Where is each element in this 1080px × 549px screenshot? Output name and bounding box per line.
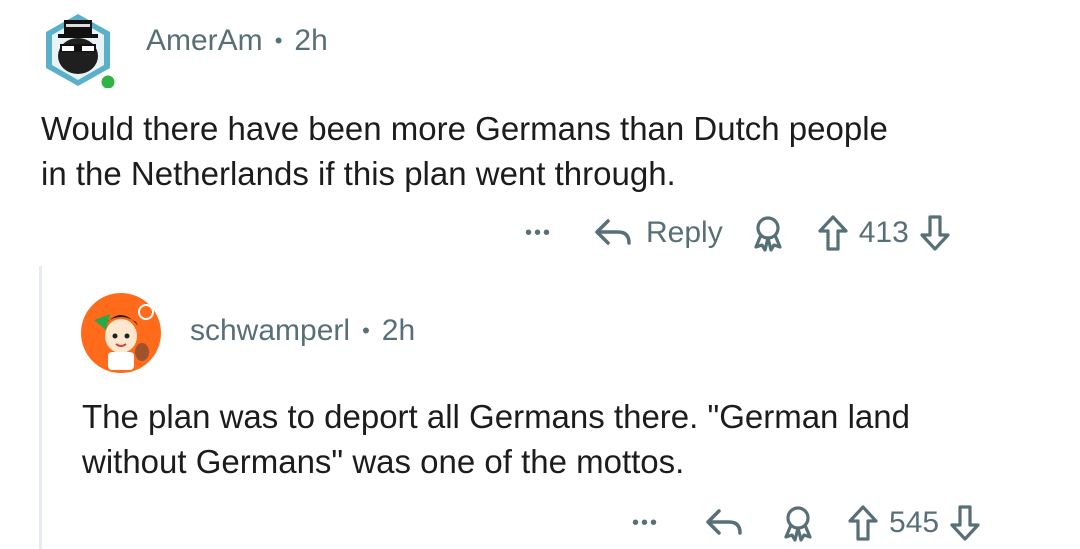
reply-icon xyxy=(595,219,631,245)
meta-separator: • xyxy=(362,318,370,343)
more-options-button[interactable]: ••• xyxy=(525,222,552,245)
reply-button[interactable]: Reply xyxy=(592,215,723,251)
avatar-image xyxy=(81,293,161,373)
avatar[interactable] xyxy=(80,292,162,374)
vote-score: 413 xyxy=(858,216,909,249)
upvote-button[interactable] xyxy=(847,504,879,542)
upvote-icon xyxy=(848,505,878,541)
upvote-icon xyxy=(818,215,848,251)
comment-actions: ••• 545 xyxy=(632,500,981,546)
avatar[interactable] xyxy=(40,12,118,92)
award-icon xyxy=(754,216,782,252)
timestamp: 2h xyxy=(294,24,328,57)
award-button[interactable] xyxy=(749,214,787,252)
comment-actions: ••• Reply 413 xyxy=(525,210,951,256)
meta-separator: • xyxy=(274,28,283,53)
downvote-button[interactable] xyxy=(919,214,951,252)
thread-line[interactable] xyxy=(39,266,42,549)
comment-body: The plan was to deport all Germans there… xyxy=(82,394,910,484)
comment-text-line: in the Netherlands if this plan went thr… xyxy=(41,155,676,192)
award-icon xyxy=(784,506,812,542)
avatar-image xyxy=(46,14,118,92)
reply-label: Reply xyxy=(646,216,723,249)
author-row: schwamperl • 2h xyxy=(190,314,415,348)
comment-body: Would there have been more Germans than … xyxy=(41,106,888,196)
downvote-icon xyxy=(950,505,980,541)
comment-text-line: The plan was to deport all Germans there… xyxy=(82,398,910,435)
downvote-icon xyxy=(920,215,950,251)
vote-score: 545 xyxy=(889,506,940,539)
author-name[interactable]: AmerAm xyxy=(146,24,263,58)
timestamp: 2h xyxy=(381,314,416,347)
downvote-button[interactable] xyxy=(949,504,981,542)
author-name[interactable]: schwamperl xyxy=(190,314,350,348)
more-options-button[interactable]: ••• xyxy=(632,512,659,535)
reply-icon xyxy=(706,509,742,535)
comment-text-line: without Germans" was one of the mottos. xyxy=(82,443,685,480)
award-button[interactable] xyxy=(779,504,817,542)
comment-text-line: Would there have been more Germans than … xyxy=(41,110,888,147)
reply-button[interactable] xyxy=(703,505,745,541)
upvote-button[interactable] xyxy=(817,214,849,252)
author-row: AmerAm • 2h xyxy=(146,24,328,58)
